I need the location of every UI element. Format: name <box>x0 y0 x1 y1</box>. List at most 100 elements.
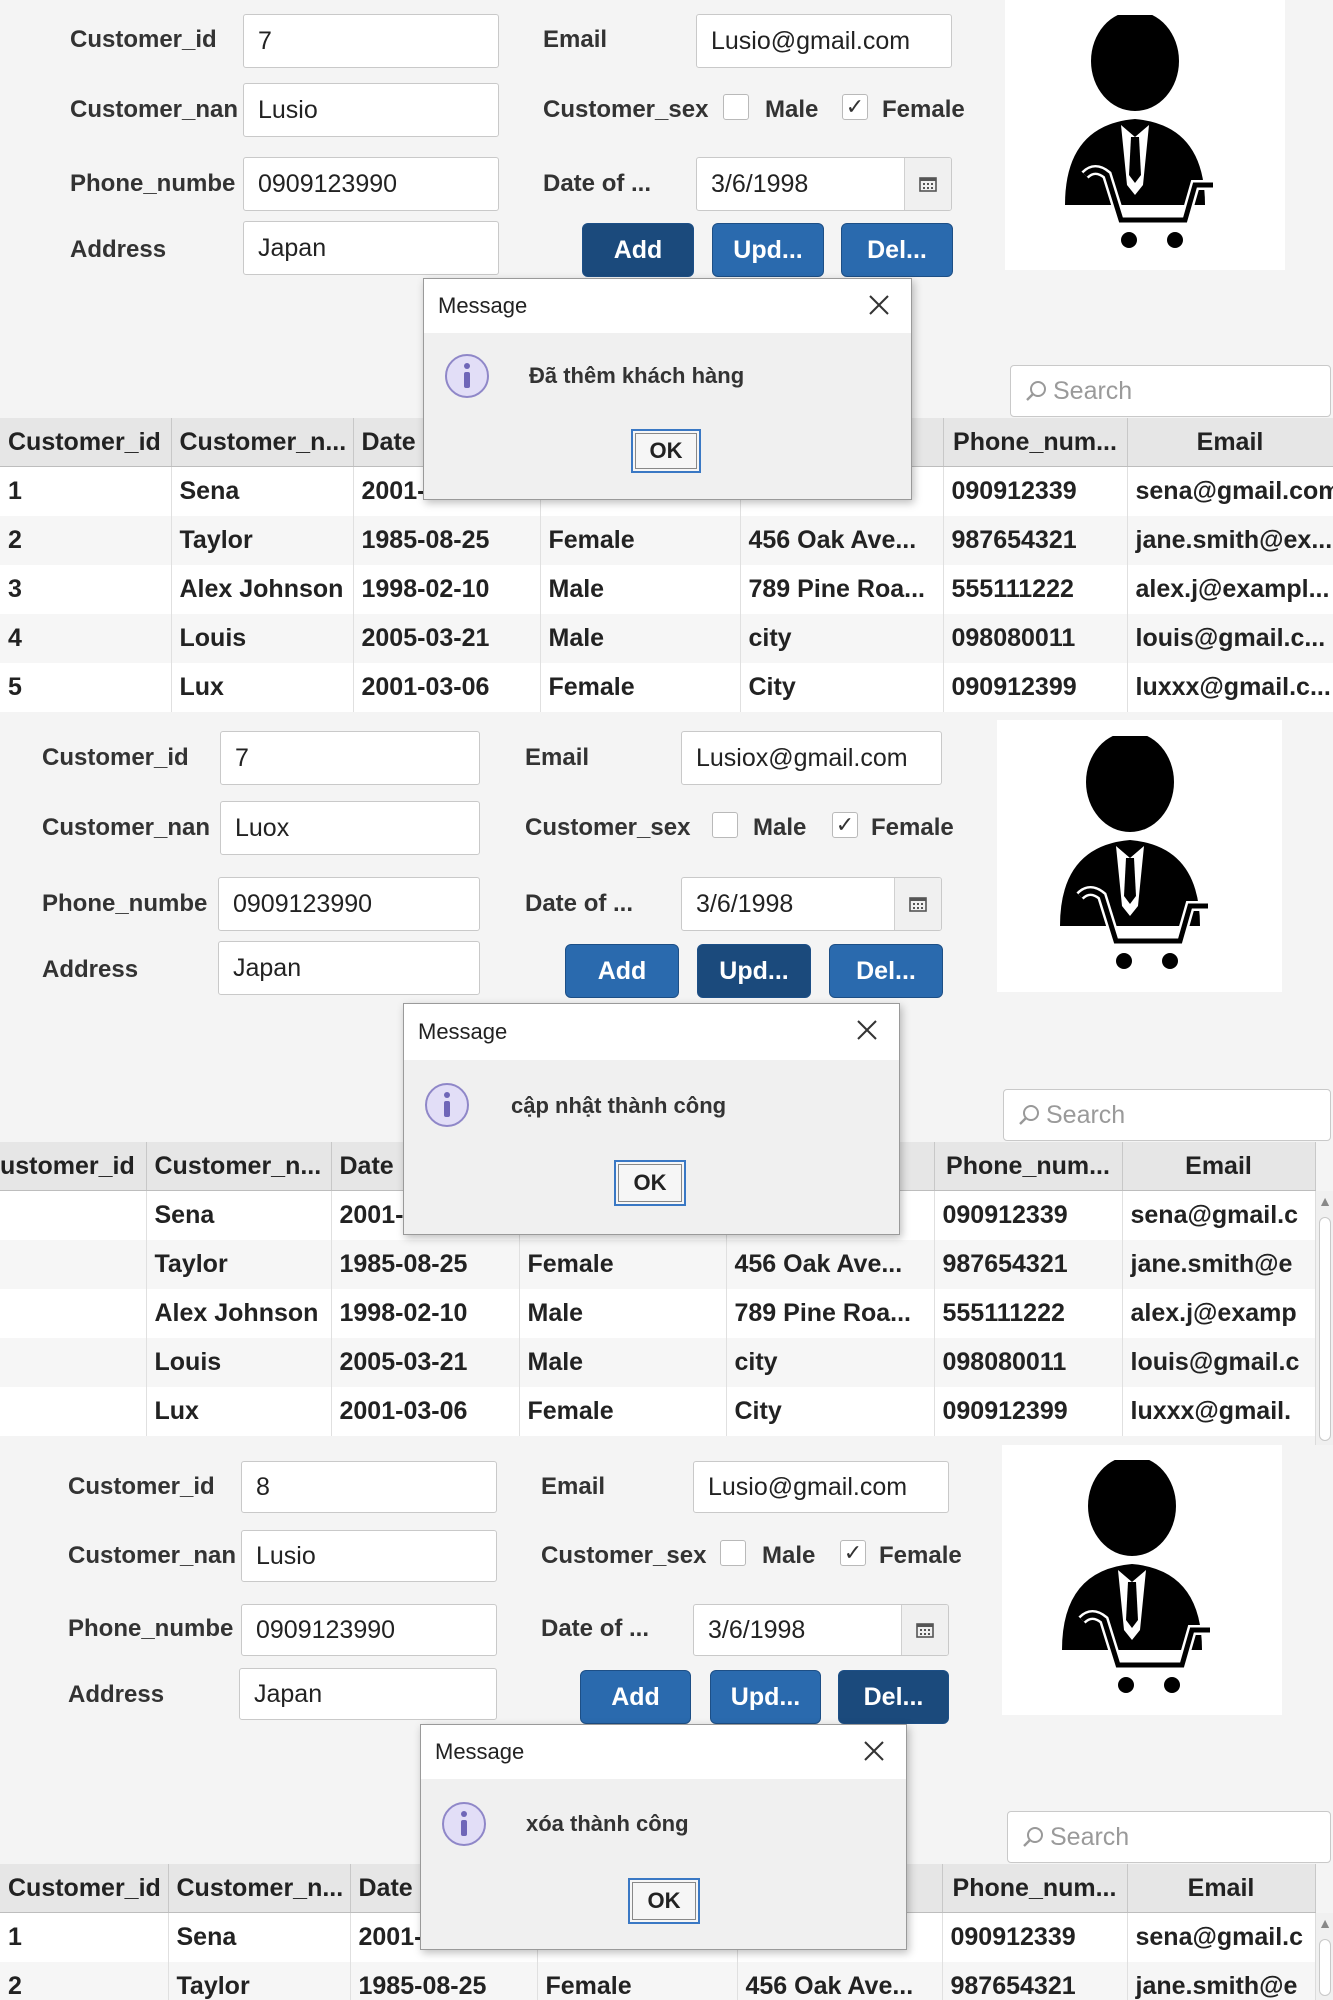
scroll-up-icon[interactable]: ▲ <box>1316 1193 1333 1209</box>
search-input[interactable]: Search <box>1003 1089 1331 1141</box>
email-label: Email <box>543 26 608 53</box>
table-row[interactable]: 4 Louis 2005-03-21 Male city 098080011 louis@g… <box>0 614 1333 663</box>
column-header-name[interactable]: Customer_n... <box>168 1864 351 1913</box>
table-row[interactable]: 2 Taylor 1985-08-25 Female 456 Oak Ave... 987… <box>0 1962 1316 2000</box>
female-label: Female <box>879 1542 962 1569</box>
column-header-email[interactable]: Email <box>1127 418 1333 467</box>
calendar-icon[interactable] <box>901 1605 948 1655</box>
cell-phone: 090912339 <box>942 1912 1128 1962</box>
column-header-email[interactable]: Email <box>1122 1142 1316 1191</box>
add-button[interactable]: Add <box>580 1670 691 1724</box>
scroll-up-icon[interactable]: ▲ <box>1316 1915 1333 1931</box>
address-field[interactable]: Japan <box>243 221 499 275</box>
column-header-id[interactable]: ustomer_id <box>0 1142 147 1191</box>
date-label: Date of ... <box>543 170 652 197</box>
cell-phone: 987654321 <box>934 1240 1123 1289</box>
cell-sex: Male <box>540 565 741 614</box>
cell-email: louis@gmail.c <box>1122 1338 1316 1387</box>
column-header-id[interactable]: Customer_id <box>0 418 172 467</box>
delete-button[interactable]: Del... <box>841 223 953 277</box>
table-row[interactable]: Lux 2001-03-06 Female City 090912399 luxxx@gm… <box>0 1387 1316 1436</box>
close-icon[interactable] <box>860 1737 888 1765</box>
calendar-icon[interactable] <box>894 878 941 930</box>
email-field[interactable]: Lusio@gmail.com <box>693 1461 949 1513</box>
table-scrollbar[interactable]: ▲ <box>1315 1191 1333 1445</box>
table-row[interactable]: Alex Johnson 1998-02-10 Male 789 Pine Roa..… <box>0 1289 1316 1338</box>
search-input[interactable]: Search <box>1010 365 1331 417</box>
dialog-title: Message <box>404 1004 899 1060</box>
email-label: Email <box>541 1473 606 1500</box>
address-field[interactable]: Japan <box>218 941 480 995</box>
cell-phone: 090912339 <box>943 466 1128 516</box>
column-header-email[interactable]: Email <box>1127 1864 1316 1913</box>
search-icon <box>1023 1827 1043 1847</box>
address-field[interactable]: Japan <box>239 1668 497 1720</box>
customer-name-label: Customer_nan <box>42 814 211 841</box>
calendar-icon[interactable] <box>904 158 951 210</box>
search-placeholder: Search <box>1046 1100 1126 1129</box>
cell-name: Sena <box>171 466 354 516</box>
cell-email: sena@gmail.c <box>1127 1912 1316 1962</box>
cell-name: Alex Johnson <box>146 1289 332 1338</box>
ok-button[interactable]: OK <box>628 1878 700 1924</box>
male-checkbox[interactable] <box>712 812 738 838</box>
table-row[interactable]: Louis 2005-03-21 Male city 098080011 louis@gm… <box>0 1338 1316 1387</box>
delete-button[interactable]: Del... <box>838 1670 949 1724</box>
date-picker[interactable]: 3/6/1998 <box>693 1604 949 1656</box>
table-row[interactable]: 3 Alex Johnson 1998-02-10 Male 789 Pine Roa.… <box>0 565 1333 614</box>
female-checkbox[interactable]: ✓ <box>842 94 868 120</box>
email-field[interactable]: Lusiox@gmail.com <box>681 731 942 785</box>
male-label: Male <box>765 96 819 123</box>
column-header-id[interactable]: Customer_id <box>0 1864 169 1913</box>
search-placeholder: Search <box>1053 376 1133 405</box>
delete-button[interactable]: Del... <box>829 944 943 998</box>
search-input[interactable]: Search <box>1007 1811 1331 1863</box>
date-picker[interactable]: 3/6/1998 <box>681 877 942 931</box>
message-dialog: Message cập nhật thành công OK <box>403 1003 900 1235</box>
ok-button[interactable]: OK <box>614 1160 686 1206</box>
column-header-name[interactable]: Customer_n... <box>146 1142 332 1191</box>
customer-name-field[interactable]: Luox <box>220 801 480 855</box>
cell-name: Taylor <box>168 1962 351 2000</box>
update-button[interactable]: Upd... <box>712 223 824 277</box>
customer-name-field[interactable]: Lusio <box>241 1530 497 1582</box>
customer-cart-icon <box>1002 1445 1282 1715</box>
cell-id <box>0 1190 147 1240</box>
screenshot-panel-add: Customer_id 7 Customer_nan Lusio Phone_n… <box>0 0 1333 720</box>
phone-field[interactable]: 0909123990 <box>218 877 480 931</box>
update-button[interactable]: Upd... <box>697 944 811 998</box>
date-picker[interactable]: 3/6/1998 <box>696 157 952 211</box>
scroll-thumb[interactable] <box>1319 1217 1331 1441</box>
cell-id: 2 <box>0 1962 169 2000</box>
close-icon[interactable] <box>853 1016 881 1044</box>
column-header-phone[interactable]: Phone_num... <box>934 1142 1123 1191</box>
search-placeholder: Search <box>1050 1822 1130 1851</box>
table-scrollbar[interactable]: ▲ <box>1315 1913 1333 2000</box>
email-label: Email <box>525 744 590 771</box>
add-button[interactable]: Add <box>582 223 694 277</box>
table-row[interactable]: 5 Lux 2001-03-06 Female City 090912399 luxxx@g… <box>0 663 1333 712</box>
ok-button[interactable]: OK <box>631 429 701 473</box>
customer-name-field[interactable]: Lusio <box>243 83 499 137</box>
cell-address: 789 Pine Roa... <box>726 1289 935 1338</box>
column-header-phone[interactable]: Phone_num... <box>942 1864 1128 1913</box>
phone-field[interactable]: 0909123990 <box>243 157 499 211</box>
email-field[interactable]: Lusio@gmail.com <box>696 14 952 68</box>
male-checkbox[interactable] <box>720 1540 746 1566</box>
update-button[interactable]: Upd... <box>710 1670 821 1724</box>
phone-field[interactable]: 0909123990 <box>241 1604 497 1656</box>
table-row[interactable]: 2 Taylor 1985-08-25 Female 456 Oak Ave... 987… <box>0 516 1333 565</box>
cell-email: jane.smith@e <box>1127 1962 1316 2000</box>
scroll-thumb[interactable] <box>1319 1939 1331 1996</box>
close-icon[interactable] <box>865 291 893 319</box>
customer-id-field[interactable]: 7 <box>220 731 480 785</box>
male-checkbox[interactable] <box>723 94 749 120</box>
add-button[interactable]: Add <box>565 944 679 998</box>
female-checkbox[interactable]: ✓ <box>840 1540 866 1566</box>
table-row[interactable]: Taylor 1985-08-25 Female 456 Oak Ave... 9876… <box>0 1240 1316 1289</box>
customer-id-field[interactable]: 7 <box>243 14 499 68</box>
customer-id-field[interactable]: 8 <box>241 1461 497 1513</box>
column-header-phone[interactable]: Phone_num... <box>943 418 1128 467</box>
column-header-name[interactable]: Customer_n... <box>171 418 354 467</box>
female-checkbox[interactable]: ✓ <box>832 812 858 838</box>
